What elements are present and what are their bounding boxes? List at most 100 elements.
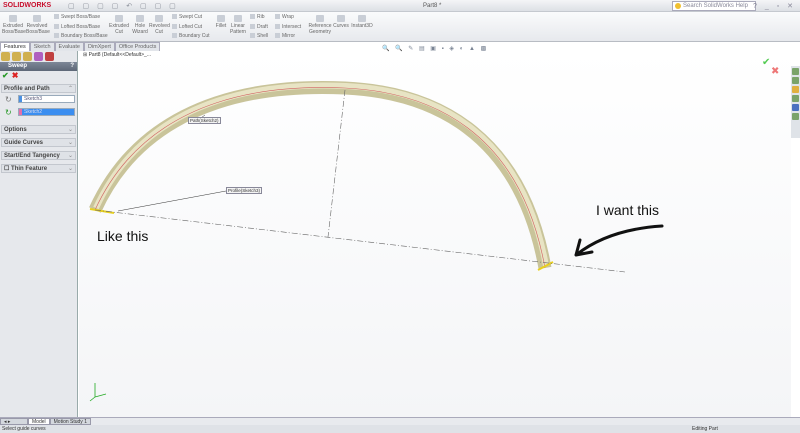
property-manager-tab-icon[interactable] — [12, 52, 21, 61]
appearances-icon[interactable] — [792, 104, 799, 111]
task-pane-tabs[interactable] — [791, 66, 800, 138]
path-color-marker — [19, 109, 22, 115]
boundary-boss-button[interactable]: Boundary Boss/Base — [54, 33, 108, 39]
status-bar: Select guide curves Editing Part — [0, 425, 800, 433]
library-icon[interactable] — [792, 77, 799, 84]
draft-button[interactable]: Draft — [250, 24, 268, 30]
configuration-tab-icon[interactable] — [23, 52, 32, 61]
fillet-button[interactable]: Fillet — [214, 15, 228, 29]
path-icon: ↻ — [5, 108, 12, 117]
help-button[interactable]: ? — [70, 62, 74, 71]
mirror-button[interactable]: Mirror — [275, 33, 295, 39]
tab-office-products[interactable]: Office Products — [114, 42, 161, 51]
confirm-corner-cancel-icon[interactable]: ✖ — [771, 66, 779, 77]
reference-geometry-button[interactable]: Reference Geometry — [307, 15, 333, 35]
hole-icon — [136, 15, 144, 22]
command-tabs: Features Sketch Evaluate DimXpert Office… — [0, 42, 161, 51]
swept-cut-button[interactable]: Swept Cut — [172, 14, 202, 20]
thin-feature-checkbox[interactable]: ☐ — [4, 166, 11, 172]
path-selection[interactable]: ↻ Sketch2 — [3, 108, 75, 118]
profile-leader — [117, 190, 227, 212]
graphics-area[interactable] — [79, 51, 791, 417]
thin-feature-group[interactable]: ☐ Thin Feature ⌄ — [1, 164, 76, 173]
dimxpert-tab-icon[interactable] — [34, 52, 43, 61]
document-title: Part8 * — [423, 3, 442, 9]
linear-pattern-button[interactable]: Linear Pattern — [229, 15, 247, 35]
bottom-tabs: ◂ ▸ Model Motion Study 1 — [0, 417, 800, 425]
expand-icon[interactable]: ⌄ — [68, 165, 73, 173]
display-manager-tab-icon[interactable] — [45, 52, 54, 61]
quick-access-toolbar[interactable]: ▢ ▢ ▢ ▢ ↶ ▢ ▢ ▢ — [68, 2, 179, 10]
profile-selection[interactable]: ↻ Sketch3 — [3, 95, 75, 105]
collapse-icon[interactable]: ⌃ — [68, 85, 73, 93]
expand-icon[interactable]: ⌄ — [68, 126, 73, 134]
triad-icon — [89, 383, 107, 402]
extrude-icon — [9, 15, 17, 22]
feature-tree-root[interactable]: ⊞ Part8 (Default<<Default>_... — [83, 52, 151, 58]
tab-sketch[interactable]: Sketch — [29, 42, 55, 51]
feature-tree-tab-icon[interactable] — [1, 52, 10, 61]
path-sketch-curve — [94, 87, 546, 269]
boundary-cut-button[interactable]: Boundary Cut — [172, 33, 210, 39]
expand-icon[interactable]: ⌄ — [68, 139, 73, 147]
path-callout[interactable]: Path(Sketch2) — [188, 117, 221, 124]
cut-icon — [115, 15, 123, 22]
curves-icon — [337, 15, 345, 22]
status-mode: Editing Part — [692, 426, 718, 432]
title-bar: SOLIDWORKS ▢ ▢ ▢ ▢ ↶ ▢ ▢ ▢ Part8 * Searc… — [0, 0, 800, 12]
ok-button[interactable]: ✔ — [2, 71, 9, 80]
manager-tabs — [0, 51, 77, 62]
profile-and-path-group[interactable]: Profile and Path ⌃ — [1, 84, 76, 93]
revolve-icon — [33, 15, 41, 22]
reference-geometry-icon — [316, 15, 324, 22]
lofted-boss-button[interactable]: Lofted Boss/Base — [54, 24, 100, 30]
status-message: Select guide curves — [2, 426, 46, 432]
file-explorer-icon[interactable] — [792, 86, 799, 93]
revolved-cut-button[interactable]: Revolved Cut — [149, 15, 170, 35]
expand-icon[interactable]: ⌄ — [68, 152, 73, 160]
model-canvas — [89, 80, 664, 402]
centerline-vertical — [327, 89, 346, 238]
fillet-icon — [217, 15, 225, 22]
shell-button[interactable]: Shell — [250, 33, 268, 39]
lofted-cut-button[interactable]: Lofted Cut — [172, 24, 202, 30]
tab-evaluate[interactable]: Evaluate — [54, 42, 84, 51]
tab-scroll-arrows[interactable]: ◂ ▸ — [0, 418, 28, 425]
revolve-cut-icon — [155, 15, 163, 22]
swept-tube-highlight — [93, 82, 549, 267]
confirm-corner-ok-icon[interactable]: ✔ — [762, 57, 770, 68]
tab-motion-study[interactable]: Motion Study 1 — [49, 418, 91, 425]
tab-features[interactable]: Features — [0, 42, 30, 51]
profile-callout[interactable]: Profile(Sketch3) — [226, 187, 263, 194]
start-end-tangency-group[interactable]: Start/End Tangency ⌄ — [1, 151, 76, 160]
intersect-button[interactable]: Intersect — [275, 24, 301, 30]
curves-button[interactable]: Curves — [333, 15, 349, 29]
profile-color-marker — [19, 96, 22, 102]
wrap-button[interactable]: Wrap — [275, 14, 294, 20]
options-group[interactable]: Options ⌄ — [1, 125, 76, 134]
instant3d-button[interactable]: Instant3D — [351, 15, 373, 29]
extruded-cut-button[interactable]: Extruded Cut — [108, 15, 130, 35]
tab-dimxpert[interactable]: DimXpert — [83, 42, 115, 51]
window-controls[interactable]: ? _ ▫ ✕ — [753, 2, 796, 10]
annotation-like-this: Like this — [97, 228, 149, 244]
arrow-annotation — [574, 224, 664, 257]
help-search-input[interactable]: Search SolidWorks Help — [672, 1, 756, 11]
sweep-header: Sweep? — [0, 62, 77, 71]
cancel-button[interactable]: ✖ — [12, 71, 19, 80]
annotation-i-want-this: I want this — [596, 202, 660, 218]
swept-boss-button[interactable]: Swept Boss/Base — [54, 14, 100, 20]
heads-up-view-toolbar[interactable]: 🔍 🔍 ✎ ▤ ▣ ▪ ◈ ◐ ▲ ▩ — [382, 45, 488, 52]
revolved-boss-button[interactable]: Revolved Boss/Base — [26, 15, 50, 35]
custom-properties-icon[interactable] — [792, 113, 799, 120]
profile-icon: ↻ — [5, 95, 12, 104]
guide-curves-group[interactable]: Guide Curves ⌄ — [1, 138, 76, 147]
command-manager: Extruded Boss/Base Revolved Boss/Base Sw… — [0, 12, 800, 42]
extruded-boss-button[interactable]: Extruded Boss/Base — [2, 15, 26, 35]
resources-icon[interactable] — [792, 68, 799, 75]
view-palette-icon[interactable] — [792, 95, 799, 102]
instant3d-icon — [358, 15, 366, 22]
hole-wizard-button[interactable]: Hole Wizard — [131, 15, 149, 35]
tab-model[interactable]: Model — [28, 418, 50, 425]
rib-button[interactable]: Rib — [250, 14, 265, 20]
